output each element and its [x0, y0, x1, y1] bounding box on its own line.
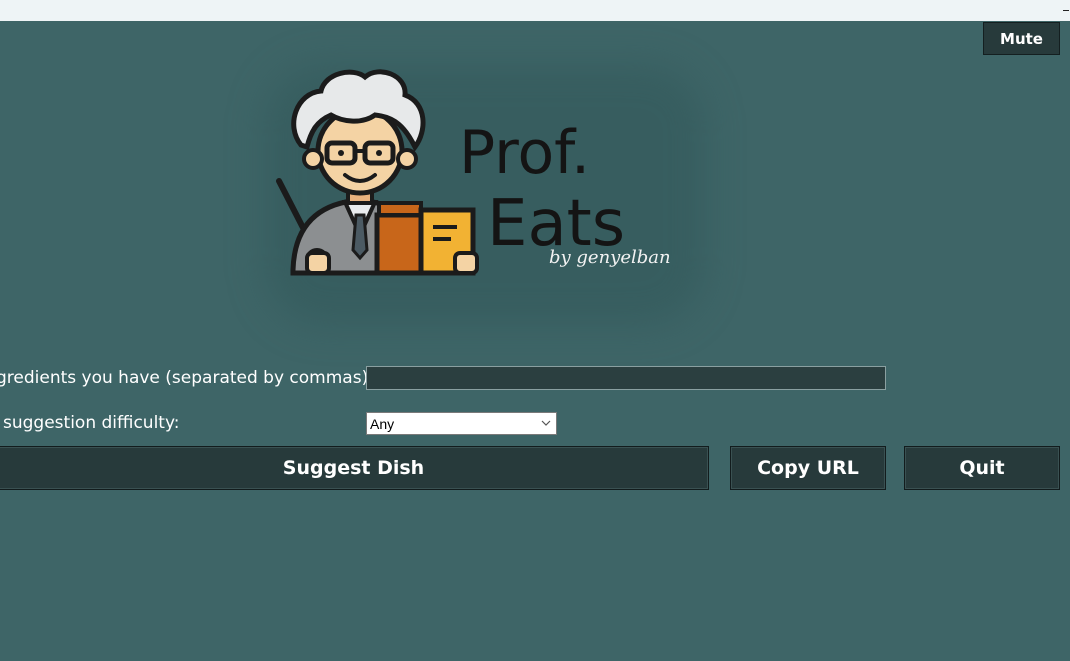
window-titlebar	[0, 0, 1070, 21]
ingredients-input[interactable]	[366, 366, 886, 390]
copy-url-button[interactable]: Copy URL	[730, 446, 886, 490]
difficulty-select[interactable]: Any	[366, 412, 557, 435]
logo-wordmark: Prof. Eats by genyelban	[459, 118, 671, 268]
logo-byline: by genyelban	[549, 247, 671, 268]
suggest-dish-button[interactable]: Suggest Dish	[0, 446, 709, 490]
minimize-icon[interactable]	[1063, 0, 1069, 11]
difficulty-selected-value: Any	[370, 415, 395, 432]
quit-button[interactable]: Quit	[904, 446, 1060, 490]
app-logo: Prof. Eats by genyelban	[255, 55, 715, 335]
chevron-down-icon	[539, 417, 553, 431]
logo-title-line1: Prof.	[459, 118, 590, 188]
difficulty-label: suggestion difficulty:	[3, 413, 180, 433]
mute-button[interactable]: Mute	[983, 22, 1060, 55]
ingredients-label: gredients you have (separated by commas)…	[0, 368, 374, 388]
